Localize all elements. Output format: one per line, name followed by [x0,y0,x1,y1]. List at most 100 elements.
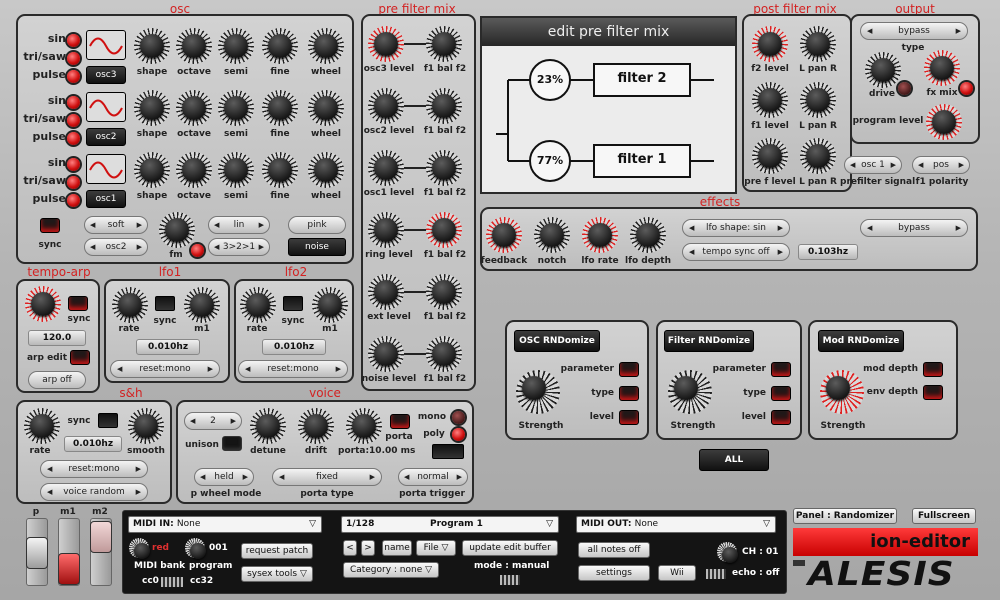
mod-depth-toggle[interactable] [923,362,943,377]
detune-knob[interactable] [250,408,286,444]
lfo-depth-knob[interactable] [630,217,666,253]
osc3-trisaw-led[interactable] [67,52,80,65]
filter-type-toggle[interactable] [771,386,791,401]
f2-level-knob[interactable] [752,26,788,62]
lfo-shape-select[interactable]: ◀ lfo shape: sin ▶ [682,219,790,237]
osc2-octave-knob[interactable] [176,90,212,126]
osc1-octave-knob[interactable] [176,152,212,188]
porta-toggle[interactable] [390,414,410,429]
osc1-sin-led[interactable] [67,158,80,171]
pre-mix-level-knob[interactable] [368,88,404,124]
osc2-pulse-led[interactable] [67,132,80,145]
sync-toggle[interactable] [40,218,60,233]
mode-toggle[interactable] [500,575,520,585]
fm-led[interactable] [191,244,204,257]
name-button[interactable]: name [382,540,412,556]
pre-mix-balance-knob[interactable] [426,26,462,62]
update-edit-buffer-button[interactable]: update edit buffer [462,540,558,556]
osc1-wheel-knob[interactable] [308,152,344,188]
route-select[interactable]: ◀ 3>2>1 ▶ [208,238,270,256]
m2-slider[interactable] [90,518,112,586]
lin-select[interactable]: ◀ lin ▶ [208,216,270,234]
lfo1-reset-select[interactable]: ◀ reset:mono ▶ [110,360,220,378]
osc1-trisaw-led[interactable] [67,176,80,189]
sh-rate-value[interactable]: 0.010hz [64,436,122,452]
osc2-select[interactable]: ◀ osc2 ▶ [84,238,148,256]
drive-led[interactable] [898,82,911,95]
mod-randomize-button[interactable]: Mod RNDomize [818,330,904,352]
osc-type-toggle[interactable] [619,386,639,401]
f1-polarity-select[interactable]: ◀ pos ▶ [912,156,970,174]
lfo1-sync-toggle[interactable] [155,296,175,311]
pre-mix-balance-knob[interactable] [426,150,462,186]
f1-level-knob[interactable] [752,82,788,118]
osc3-pulse-led[interactable] [67,70,80,83]
wii-button[interactable]: Wii [658,565,696,581]
bpm-value[interactable]: 120.0 [28,330,86,346]
pre-mix-balance-knob[interactable] [426,336,462,372]
lfo2-reset-select[interactable]: ◀ reset:mono ▶ [238,360,348,378]
osc-randomize-button[interactable]: OSC RNDomize [514,330,600,352]
osc3-octave-knob[interactable] [176,28,212,64]
sh-rate-knob[interactable] [24,408,60,444]
osc2-wheel-knob[interactable] [308,90,344,126]
fullscreen-button[interactable]: Fullscreen [912,508,976,524]
tempo-sync-select[interactable]: ◀ tempo sync off ▶ [682,243,790,261]
filter-parameter-toggle[interactable] [771,362,791,377]
porta-trigger-select[interactable]: ◀ normal ▶ [398,468,468,486]
osc3-sin-led[interactable] [67,34,80,47]
m1-slider[interactable] [58,518,80,586]
lfo2-sync-toggle[interactable] [283,296,303,311]
osc2-shape-knob[interactable] [134,90,170,126]
soft-select[interactable]: ◀ soft ▶ [84,216,148,234]
pre-mix-level-knob[interactable] [368,336,404,372]
env-depth-toggle[interactable] [923,385,943,400]
sh-sync-toggle[interactable] [98,413,118,428]
f1-pan-knob[interactable] [800,82,836,118]
sysex-tools-button[interactable]: sysex tools ▽ [241,566,313,582]
osc-level-toggle[interactable] [619,410,639,425]
midi-out-select[interactable]: MIDI OUT: None ▽ [576,516,776,533]
filter-strength-knob[interactable] [668,370,712,414]
osc1-shape-knob[interactable] [134,152,170,188]
pre-f-level-knob[interactable] [752,138,788,174]
voice-mode-toggle[interactable] [432,444,464,459]
osc3-semi-knob[interactable] [218,28,254,64]
lfo2-rate-value[interactable]: 0.010hz [262,339,326,355]
all-notes-off-button[interactable]: all notes off [578,542,650,558]
prev-program-button[interactable]: < [343,540,357,556]
effects-type-select[interactable]: ◀ bypass ▶ [860,219,968,237]
pre-mix-level-knob[interactable] [368,212,404,248]
osc1-pulse-led[interactable] [67,194,80,207]
midi-bank-knob[interactable] [129,538,150,559]
osc2-semi-knob[interactable] [218,90,254,126]
file-button[interactable]: File ▽ [416,540,456,556]
pre-mix-balance-knob[interactable] [426,274,462,310]
filter-randomize-button[interactable]: Filter RNDomize [664,330,754,352]
poly-led[interactable] [452,428,465,441]
lfo1-m1-knob[interactable] [184,287,220,323]
osc-strength-knob[interactable] [516,370,560,414]
filter-1-box[interactable]: filter 1 [594,152,690,167]
lfo2-rate-knob[interactable] [240,287,276,323]
program-select[interactable]: 1/128 Program 1 ▽ [341,516,559,533]
request-patch-button[interactable]: request patch [241,543,313,559]
filter-level-toggle[interactable] [771,410,791,425]
f2-pan-knob[interactable] [800,26,836,62]
noise-button[interactable]: noise [288,238,346,256]
fm-knob[interactable] [159,212,195,248]
cc-toggle[interactable] [161,577,183,587]
lfo-rate-knob[interactable] [582,217,618,253]
tempo-sync-toggle[interactable] [68,296,88,311]
feedback-knob[interactable] [486,217,522,253]
pre-mix-level-knob[interactable] [368,26,404,62]
pre-mix-balance-knob[interactable] [426,212,462,248]
pre-f-pan-knob[interactable] [800,138,836,174]
filter-2-box[interactable]: filter 2 [594,71,690,86]
arp-off-button[interactable]: arp off [28,371,86,389]
program-knob[interactable] [185,538,206,559]
osc-parameter-toggle[interactable] [619,362,639,377]
osc2-sin-led[interactable] [67,96,80,109]
osc3-fine-knob[interactable] [262,28,298,64]
channel-knob[interactable] [717,542,738,563]
